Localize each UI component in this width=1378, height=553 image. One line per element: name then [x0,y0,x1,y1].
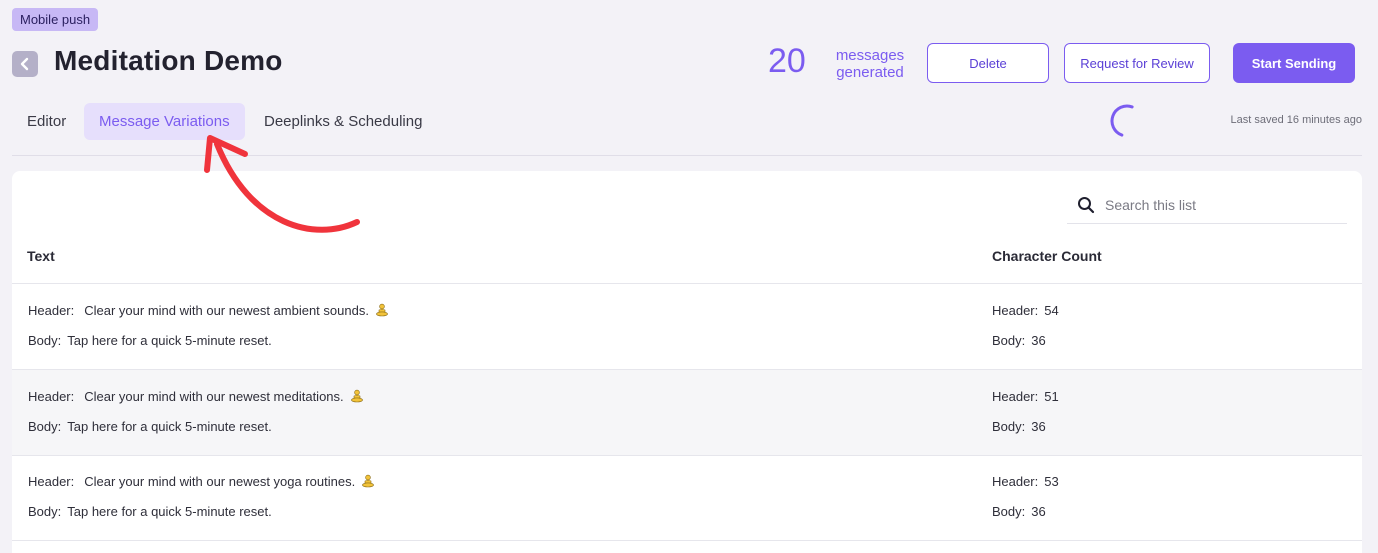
search-box[interactable] [1067,186,1347,224]
count-label-line1: messages [835,47,905,64]
channel-badge: Mobile push [12,8,99,31]
header-text: Clear your mind with our newest yoga rou… [84,474,356,489]
table-row[interactable]: Header: Clear your mind with our newest a… [12,284,1362,370]
meditation-emoji-icon [350,389,363,403]
body-label: Body: [28,333,62,348]
tabs-divider [12,155,1362,156]
search-icon [1078,196,1095,213]
tab-message-variations[interactable]: Message Variations [84,103,245,140]
header-count: 54 [1044,303,1059,318]
body-count-label: Body: [992,333,1026,348]
page-title: Meditation Demo [54,45,283,76]
body-text: Tap here for a quick 5-minute reset. [67,504,272,519]
column-header-character-count[interactable]: Character Count [992,248,1102,264]
body-text: Tap here for a quick 5-minute reset. [67,419,272,434]
header-count-label: Header: [992,474,1039,489]
header-count: 51 [1044,389,1059,404]
body-label: Body: [28,419,62,434]
body-count: 36 [1031,419,1046,434]
back-button[interactable] [12,51,38,77]
start-sending-button[interactable]: Start Sending [1233,43,1355,83]
header-count-cell: Header: 53 [992,474,1059,489]
header-text: Clear your mind with our newest meditati… [84,389,344,404]
body-text: Tap here for a quick 5-minute reset. [67,333,272,348]
header-count-label: Header: [992,303,1039,318]
header-count-label: Header: [992,389,1039,404]
table-row[interactable]: Header: Clear your mind with our newest y… [12,455,1362,541]
body-count-cell: Body: 36 [992,333,1046,348]
body-text-cell: Body: Tap here for a quick 5-minute reset… [28,504,272,519]
body-count: 36 [1031,333,1046,348]
header-text-cell: Header: Clear your mind with our newest m… [28,389,364,404]
header-label: Header: [28,389,75,404]
count-label-line2: generated [836,64,904,81]
header-text-cell: Header: Clear your mind with our newest a… [28,303,389,318]
tab-editor[interactable]: Editor [12,103,81,140]
header-text-cell: Header: Clear your mind with our newest y… [28,474,375,489]
body-count-cell: Body: 36 [992,419,1046,434]
body-count: 36 [1031,504,1046,519]
header-count-cell: Header: 54 [992,303,1059,318]
table-row[interactable]: Header: Clear your mind with our newest m… [12,370,1362,456]
body-count-cell: Body: 36 [992,504,1046,519]
tab-deeplinks-scheduling[interactable]: Deeplinks & Scheduling [249,103,437,140]
messages-count-label: messages generated [832,47,908,81]
body-count-label: Body: [992,504,1026,519]
loading-spinner-icon [1110,104,1134,137]
request-review-button[interactable]: Request for Review [1064,43,1210,83]
delete-button[interactable]: Delete [927,43,1049,83]
body-count-label: Body: [992,419,1026,434]
variations-panel: Text Character Count Header: Clear your m… [12,171,1362,553]
header-count: 53 [1044,474,1059,489]
meditation-emoji-icon [376,303,388,317]
last-saved-status: Last saved 16 minutes ago [1230,114,1362,126]
header-label: Header: [28,303,75,318]
header-text: Clear your mind with our newest ambient … [84,303,369,318]
meditation-emoji-icon [362,474,375,488]
column-header-text[interactable]: Text [27,248,55,264]
header-label: Header: [28,474,75,489]
header-count-cell: Header: 51 [992,389,1059,404]
chevron-left-icon [20,57,29,71]
body-label: Body: [28,504,62,519]
search-input[interactable] [1105,196,1325,213]
body-text-cell: Body: Tap here for a quick 5-minute reset… [28,419,272,434]
body-text-cell: Body: Tap here for a quick 5-minute reset… [28,333,272,348]
messages-count: 20 [768,42,806,80]
